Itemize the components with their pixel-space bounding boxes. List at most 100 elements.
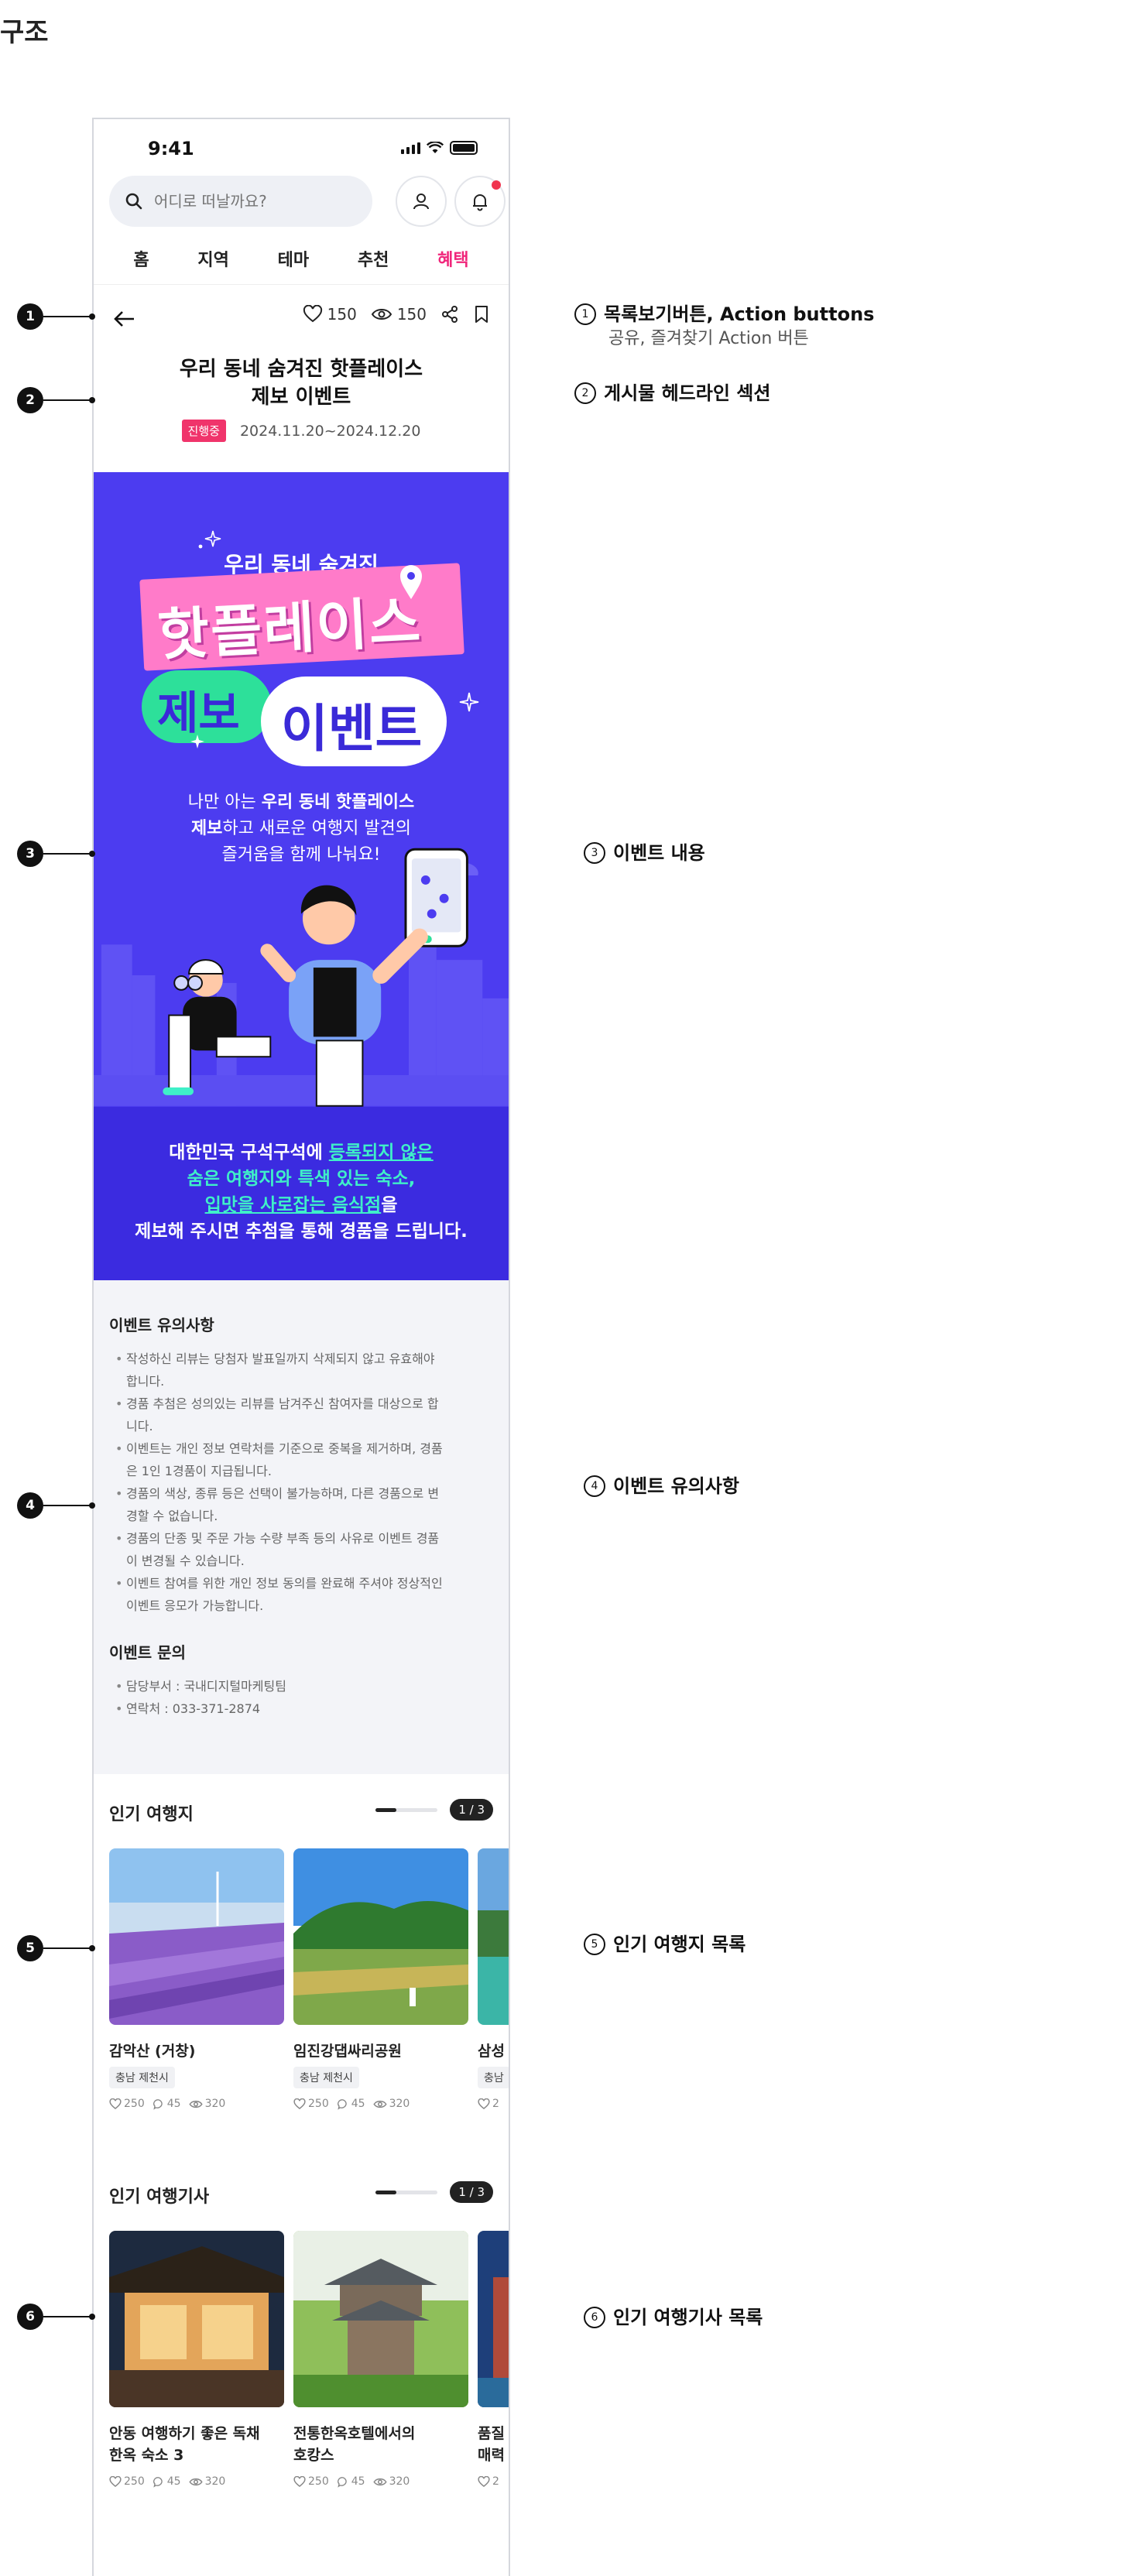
heart-icon (109, 2475, 122, 2487)
tab-home[interactable]: 홈 (133, 237, 149, 284)
eye-icon (371, 309, 392, 320)
popular-articles-pager: 1 / 3 (375, 2181, 493, 2203)
place-card[interactable]: 임진강댑싸리공원 충남 제천시 250 45 320 (293, 1848, 468, 2110)
callout-dot (89, 397, 95, 403)
callout-desc-6: 6 인기 여행기사 목록 (584, 2305, 763, 2330)
banner-foot-1a: 대한민국 구석구석에 (169, 1142, 329, 1163)
article-card[interactable]: 전통한옥호텔에서의 호캉스 250 45 320 (293, 2231, 468, 2488)
pager-count: 1 / 3 (450, 1799, 493, 1821)
desc-number: 4 (584, 1475, 605, 1497)
notice-item: 작성하신 리뷰는 당첨자 발표일까지 삭제되지 않고 유효해야합니다. (109, 1348, 493, 1392)
back-arrow-icon[interactable] (109, 303, 140, 334)
tab-theme[interactable]: 테마 (278, 237, 309, 284)
banner-foot-3a: 입맛을 사로잡는 음식점 (204, 1195, 382, 1215)
desc-number: 6 (584, 2307, 605, 2328)
tab-region[interactable]: 지역 (197, 237, 228, 284)
battery-icon (450, 141, 478, 155)
search-row (109, 176, 506, 228)
callout-marker-4: 4 (17, 1492, 43, 1519)
pager-progress-fill (375, 1807, 396, 1812)
search-icon (125, 193, 142, 210)
callout-line (43, 1947, 94, 1949)
place-region-tag: 충남 (478, 2067, 509, 2088)
tab-benefit[interactable]: 혜택 (437, 237, 468, 284)
sparkle-small-icon (190, 735, 204, 748)
place-name: 임진강댑싸리공원 (293, 2043, 402, 2060)
pager-count: 1 / 3 (450, 2181, 493, 2203)
status-time: 9:41 (148, 138, 194, 159)
callout-desc-3: 3 이벤트 내용 (584, 841, 705, 865)
place-stats: 2 (478, 2098, 509, 2110)
notice-item: 이벤트는 개인 정보 연락처를 기준으로 중복을 제거하며, 경품은 1인 1경… (109, 1437, 493, 1482)
callout-dot (89, 313, 95, 320)
article-thumbnail (293, 2231, 468, 2407)
callout-marker-6: 6 (17, 2304, 43, 2330)
inquiry-item: 연락처 : 033-371-2874 (109, 1697, 493, 1720)
phone-frame: 9:41 홈 지역 테마 추천 혜택 (92, 118, 510, 2576)
post-meta: 진행중 2024.11.20~2024.12.20 (94, 420, 509, 442)
article-title: 전통한옥호텔에서의 호캉스 (293, 2425, 416, 2464)
desc-text: 인기 여행지 목록 (613, 1934, 746, 1955)
share-icon[interactable] (440, 305, 459, 324)
event-banner: 우리 동네 숨겨진 핫플레이스 제보 이벤트 나만 아는 우리 동네 핫플레이스… (94, 472, 509, 1280)
tab-recommend[interactable]: 추천 (358, 237, 389, 284)
desc-text: 목록보기버튼, Action buttons (604, 303, 875, 325)
callout-desc-1: 1 목록보기버튼, Action buttons 공유, 즐겨찾기 Action… (574, 302, 874, 351)
eye-icon (372, 2100, 387, 2108)
popular-articles-carousel[interactable]: 안동 여행하기 좋은 독채 한옥 숙소 3 250 45 320 전통한옥호텔에서… (109, 2231, 509, 2488)
article-stats: 2 (478, 2475, 509, 2488)
article-thumbnail (109, 2231, 284, 2407)
callout-desc-2: 2 게시물 헤드라인 섹션 (574, 381, 770, 406)
place-thumbnail (478, 1848, 509, 2025)
profile-button[interactable] (396, 176, 447, 227)
article-thumbnail (478, 2231, 509, 2407)
star-icon (459, 692, 479, 712)
place-thumbnail (293, 1848, 468, 2025)
callout-dot (89, 1502, 95, 1509)
popular-articles-title: 인기 여행기사 (109, 2187, 210, 2207)
view-count: 150 (396, 305, 427, 324)
desc-text: 인기 여행기사 목록 (613, 2307, 763, 2328)
status-icons (401, 141, 478, 155)
desc-number: 2 (574, 382, 596, 404)
heart-icon (293, 2098, 306, 2109)
place-thumbnail (109, 1848, 284, 2025)
search-bar[interactable] (109, 176, 372, 227)
desc-number: 3 (584, 842, 605, 864)
pager-progress-fill (375, 2190, 396, 2194)
banner-foot-4: 제보해 주시면 추첨을 통해 경품을 드립니다. (135, 1221, 468, 1242)
article-card[interactable]: 품질 매력 2 (478, 2231, 509, 2488)
heart-icon (478, 2098, 490, 2109)
banner-title-cloud-text: 이벤트 (281, 699, 423, 759)
post-title: 우리 동네 숨겨진 핫플레이스 제보 이벤트 (94, 355, 509, 411)
popular-places-title: 인기 여행지 (109, 1805, 194, 1824)
place-name: 삼성 (478, 2043, 505, 2060)
eye-icon (372, 2478, 387, 2485)
notice-item: 경품의 색상, 종류 등은 선택이 불가능하며, 다른 경품으로 변경할 수 없… (109, 1482, 493, 1527)
desc-subtext: 공유, 즐겨찾기 Action 버튼 (608, 329, 809, 348)
banner-illustration (94, 848, 509, 1107)
article-title: 안동 여행하기 좋은 독채 한옥 숙소 3 (109, 2425, 260, 2464)
status-badge: 진행중 (181, 420, 226, 442)
banner-title-pink-text: 핫플레이스 (156, 588, 423, 668)
post-title-line1: 우리 동네 숨겨진 핫플레이스 (179, 358, 423, 381)
callout-dot (89, 2314, 95, 2320)
like-count: 150 (327, 305, 357, 324)
popular-places-carousel[interactable]: 감악산 (거창) 충남 제천시 250 45 320 임진강댑싸리공원 충남 제… (109, 1848, 509, 2110)
place-card[interactable]: 감악산 (거창) 충남 제천시 250 45 320 (109, 1848, 284, 2110)
notification-button[interactable] (454, 176, 506, 227)
desc-text: 이벤트 유의사항 (613, 1475, 739, 1497)
desc-number: 5 (584, 1934, 605, 1955)
place-stats: 250 45 320 (293, 2098, 468, 2110)
search-input[interactable] (154, 192, 332, 211)
banner-text-1a: 나만 아는 (187, 793, 262, 812)
like-button[interactable]: 150 (303, 305, 357, 324)
callout-line (43, 399, 94, 401)
callout-line (43, 2316, 94, 2317)
nav-tabs: 홈 지역 테마 추천 혜택 (94, 237, 509, 285)
place-card[interactable]: 삼성 충남 2 (478, 1848, 509, 2110)
article-card[interactable]: 안동 여행하기 좋은 독채 한옥 숙소 3 250 45 320 (109, 2231, 284, 2488)
popular-articles-section: 인기 여행기사 1 / 3 안동 여행하기 좋은 독채 한옥 숙소 3 250 4… (94, 2181, 509, 2554)
popular-places-section: 인기 여행지 1 / 3 감악산 (거창) 충남 제천시 250 45 320 (94, 1799, 509, 2149)
bookmark-icon[interactable] (473, 305, 490, 324)
